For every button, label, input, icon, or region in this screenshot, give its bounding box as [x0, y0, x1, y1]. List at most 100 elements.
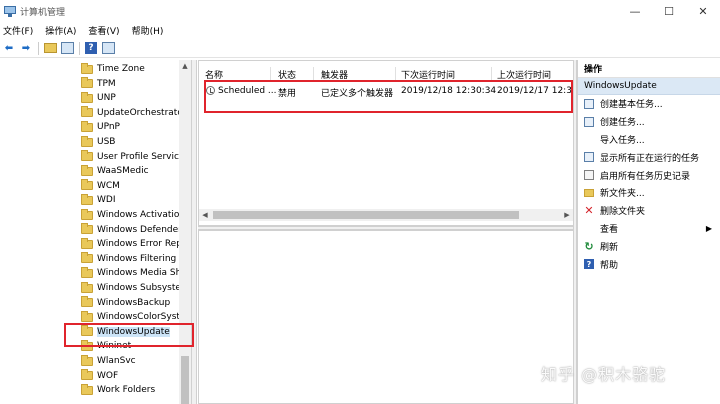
action-pane-icon[interactable] — [101, 41, 115, 55]
tree-item[interactable]: WDI — [81, 193, 179, 207]
tree-item-label: UpdateOrchestrato — [97, 107, 179, 118]
tree-item-label: Time Zone — [97, 64, 145, 74]
action-item-label: 删除文件夹 — [600, 207, 646, 218]
tree-item[interactable]: Windows Filtering P — [81, 252, 179, 266]
action-item[interactable]: 导入任务... — [578, 131, 720, 149]
minimize-button[interactable]: — — [618, 0, 652, 22]
actions-pane: 操作 WindowsUpdate 创建基本任务... 创建任务... 导入任务...… — [577, 60, 720, 404]
tree-item[interactable]: WOF — [81, 369, 179, 383]
task-icon — [584, 116, 594, 127]
action-item[interactable]: ✕ 删除文件夹 — [578, 202, 720, 220]
folder-icon — [81, 208, 93, 220]
tree-item-label: WindowsBackup — [97, 297, 171, 308]
action-item-label: 显示所有正在运行的任务 — [600, 153, 700, 164]
actions-section-windowsupdate[interactable]: WindowsUpdate — [578, 78, 720, 95]
scroll-left-icon[interactable]: ◀ — [199, 209, 211, 221]
tree-item-label: USB — [97, 137, 116, 147]
list-horizontal-scrollbar[interactable]: ◀ ▶ — [199, 209, 573, 221]
tree-item[interactable]: WCM — [81, 179, 179, 193]
menu-bar: 文件(F) 操作(A) 查看(V) 帮助(H) — [0, 22, 720, 39]
folder-icon — [81, 62, 93, 74]
tree-item[interactable]: Windows Media Sh — [81, 266, 179, 280]
refresh-icon: ↻ — [584, 239, 594, 253]
title-bar: 计算机管理 — ☐ ✕ — [0, 0, 720, 22]
tree-item-label: WDI — [97, 195, 116, 206]
tree-item-label: UPnP — [97, 122, 120, 133]
folder-icon — [81, 91, 93, 103]
tree-item[interactable]: WaaSMedic — [81, 164, 179, 178]
tree-scrollbar[interactable]: ▲ — [179, 60, 191, 404]
tree-item-label: WCM — [97, 180, 120, 191]
column-separator[interactable] — [395, 67, 396, 81]
action-item[interactable]: 启用所有任务历史记录 — [578, 166, 720, 184]
menu-help[interactable]: 帮助(H) — [132, 24, 164, 37]
tree-item[interactable]: UNP — [81, 91, 179, 105]
action-item-label: 创建基本任务... — [600, 100, 663, 111]
tree-item[interactable]: Work Folders — [81, 383, 179, 397]
computer-management-icon — [4, 5, 16, 17]
action-item[interactable]: ? 帮助 — [578, 255, 720, 273]
menu-view[interactable]: 查看(V) — [88, 24, 119, 37]
toolbar-separator — [38, 41, 39, 55]
pane-divider-left[interactable] — [191, 60, 197, 404]
tree-item[interactable]: WlanSvc — [81, 354, 179, 368]
column-separator[interactable] — [313, 67, 314, 81]
show-hide-tree-icon[interactable] — [60, 41, 74, 55]
blank-icon — [584, 134, 594, 144]
action-item[interactable]: 新文件夹... — [578, 184, 720, 202]
task-detail-pane — [198, 230, 574, 404]
close-button[interactable]: ✕ — [686, 0, 720, 22]
action-item[interactable]: 创建任务... — [578, 113, 720, 131]
action-item[interactable]: 显示所有正在运行的任务 — [578, 148, 720, 166]
up-folder-icon[interactable] — [43, 41, 57, 55]
folder-icon — [81, 77, 93, 89]
column-separator[interactable] — [270, 67, 271, 81]
action-item[interactable]: 查看 ▶ — [578, 220, 720, 238]
tree-item-label: Windows Media Sh — [97, 268, 179, 279]
navigation-tree: Time Zone TPM UNP UpdateOrchestrato UPnP USB U… — [0, 60, 192, 404]
tree-item[interactable]: User Profile Service — [81, 150, 179, 164]
tree-scroll-thumb[interactable] — [181, 356, 189, 404]
tree-item[interactable]: WindowsBackup — [81, 296, 179, 310]
tree-item[interactable]: USB — [81, 135, 179, 149]
folder-icon — [81, 383, 93, 395]
tree-item[interactable]: UpdateOrchestrato — [81, 106, 179, 120]
folder-icon — [81, 223, 93, 235]
tree-item-label: Work Folders — [97, 385, 156, 396]
folder-icon — [81, 120, 93, 132]
back-arrow-icon[interactable]: ⬅ — [2, 41, 16, 55]
scroll-up-icon[interactable]: ▲ — [179, 60, 191, 72]
column-separator[interactable] — [491, 67, 492, 81]
action-item[interactable]: 创建基本任务... — [578, 95, 720, 113]
tree-item[interactable]: Time Zone — [81, 62, 179, 76]
folder-icon — [584, 188, 594, 197]
tree-item[interactable]: Windows Error Rep — [81, 237, 179, 251]
action-item-label: 创建任务... — [600, 118, 645, 129]
scroll-right-icon[interactable]: ▶ — [561, 209, 573, 221]
action-item-label: 刷新 — [600, 242, 619, 253]
menu-file[interactable]: 文件(F) — [3, 24, 33, 37]
forward-arrow-icon[interactable]: ➡ — [19, 41, 33, 55]
actions-header: 操作 — [578, 60, 720, 78]
maximize-button[interactable]: ☐ — [652, 0, 686, 22]
action-item-label: 启用所有任务历史记录 — [600, 171, 691, 182]
tree-item[interactable]: Windows Subsyster — [81, 281, 179, 295]
tree-item-label: TPM — [97, 78, 116, 89]
tree-item[interactable]: Windows Defender — [81, 223, 179, 237]
folder-icon — [81, 106, 93, 118]
toolbar: ⬅ ➡ ? — [0, 39, 720, 58]
folder-icon — [81, 164, 93, 176]
tree-item[interactable]: UPnP — [81, 120, 179, 134]
toolbar-separator — [79, 41, 80, 55]
tree-item[interactable]: TPM — [81, 77, 179, 91]
task-row-highlight — [204, 80, 573, 113]
menu-action[interactable]: 操作(A) — [45, 24, 76, 37]
help-icon[interactable]: ? — [84, 41, 98, 55]
folder-icon — [81, 179, 93, 191]
tree-item-label: Windows Error Rep — [97, 239, 179, 250]
tree-item[interactable]: Windows Activation — [81, 208, 179, 222]
folder-icon — [81, 296, 93, 308]
folder-icon — [81, 369, 93, 381]
list-scroll-thumb[interactable] — [213, 211, 519, 219]
action-item[interactable]: ↻ 刷新 — [578, 237, 720, 255]
